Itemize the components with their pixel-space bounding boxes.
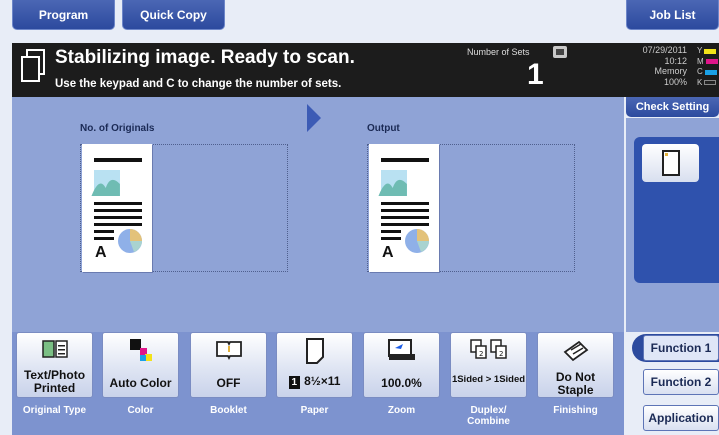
tray-badge: 1 bbox=[288, 376, 301, 389]
booklet-label: Booklet bbox=[210, 405, 247, 416]
status-info: 07/29/2011 10:12 Memory 100% bbox=[617, 45, 687, 87]
finishing-value: Do Not Staple bbox=[555, 370, 596, 397]
function-1-button[interactable]: Function 1 bbox=[643, 335, 719, 361]
output-label: Output bbox=[367, 123, 400, 134]
booklet-value: OFF bbox=[216, 376, 241, 390]
toner-letter: Y bbox=[697, 46, 703, 55]
color-icon bbox=[129, 339, 152, 361]
zoom-icon bbox=[387, 339, 415, 360]
sets-label: Number of Sets bbox=[467, 47, 530, 57]
status-hint: Use the keypad and C to change the numbe… bbox=[55, 78, 342, 90]
toner-bar-c bbox=[704, 69, 717, 75]
zoom-value: 100.0% bbox=[381, 376, 422, 390]
paper-icon bbox=[305, 338, 324, 364]
function-2-button[interactable]: Function 2 bbox=[643, 369, 719, 395]
color-button[interactable]: Auto Color bbox=[102, 332, 179, 398]
zoom-button[interactable]: 100.0% bbox=[363, 332, 440, 398]
original-type-label: Original Type bbox=[22, 405, 87, 416]
preview-button[interactable] bbox=[642, 144, 699, 182]
page-letter: A bbox=[95, 244, 107, 261]
arrow-right-icon bbox=[307, 104, 321, 132]
duplex-label: Duplex/ Combine bbox=[467, 405, 510, 427]
color-label: Color bbox=[127, 405, 154, 416]
finishing-label: Finishing bbox=[553, 405, 598, 416]
original-type-icon bbox=[41, 340, 68, 358]
output-page-preview: A bbox=[369, 144, 439, 272]
toner-letter: M bbox=[697, 56, 704, 66]
toner-bar-k bbox=[704, 80, 717, 86]
toner-letter: K bbox=[697, 77, 703, 87]
zoom-label: Zoom bbox=[387, 405, 416, 416]
toner-levels: Y M C K bbox=[697, 46, 718, 88]
page-icon bbox=[661, 150, 680, 176]
program-tab[interactable]: Program bbox=[12, 0, 115, 30]
document-icon bbox=[21, 49, 45, 82]
application-button[interactable]: Application bbox=[643, 405, 719, 431]
memory-label: Memory bbox=[654, 66, 687, 76]
sets-value: 1 bbox=[527, 58, 544, 91]
original-type-button[interactable]: Text/Photo Printed bbox=[16, 332, 93, 398]
page-layout-icon bbox=[378, 158, 429, 253]
page-letter: A bbox=[382, 244, 394, 261]
toner-bar-m bbox=[705, 59, 718, 65]
page-layout-icon bbox=[91, 158, 142, 253]
color-value: Auto Color bbox=[109, 376, 172, 390]
paper-value: 1 8½×11 bbox=[277, 375, 352, 389]
originals-label: No. of Originals bbox=[80, 123, 155, 134]
duplex-button[interactable]: 2 2 1Sided > 1Sided bbox=[450, 332, 527, 398]
check-setting-button[interactable]: Check Setting bbox=[626, 97, 719, 117]
status-message: Stabilizing image. Ready to scan. bbox=[55, 47, 355, 68]
svg-text:2: 2 bbox=[499, 350, 503, 358]
paper-size: 8½×11 bbox=[304, 374, 341, 388]
toner-letter: C bbox=[697, 67, 703, 76]
duplex-icon: 2 2 bbox=[469, 339, 507, 359]
time-text: 10:12 bbox=[664, 55, 687, 66]
booklet-button[interactable]: OFF bbox=[190, 332, 267, 398]
booklet-icon bbox=[215, 341, 242, 360]
status-bar: Stabilizing image. Ready to scan. Use th… bbox=[12, 43, 719, 97]
svg-text:2: 2 bbox=[479, 350, 483, 358]
original-type-value: Text/Photo Printed bbox=[23, 368, 86, 395]
keypad-icon[interactable] bbox=[553, 46, 567, 58]
paper-button[interactable]: 1 8½×11 bbox=[276, 332, 353, 398]
finishing-button[interactable]: Do Not Staple bbox=[537, 332, 614, 398]
quick-copy-tab[interactable]: Quick Copy bbox=[122, 0, 225, 30]
memory-value: 100% bbox=[663, 76, 687, 87]
duplex-value: 1Sided > 1Sided bbox=[451, 374, 526, 385]
finishing-icon bbox=[563, 340, 588, 362]
toner-bar-y bbox=[704, 48, 717, 54]
date-text: 07/29/2011 bbox=[642, 45, 687, 55]
paper-label: Paper bbox=[300, 405, 329, 416]
job-list-tab[interactable]: Job List bbox=[626, 0, 719, 30]
original-page-preview: A bbox=[82, 144, 152, 272]
